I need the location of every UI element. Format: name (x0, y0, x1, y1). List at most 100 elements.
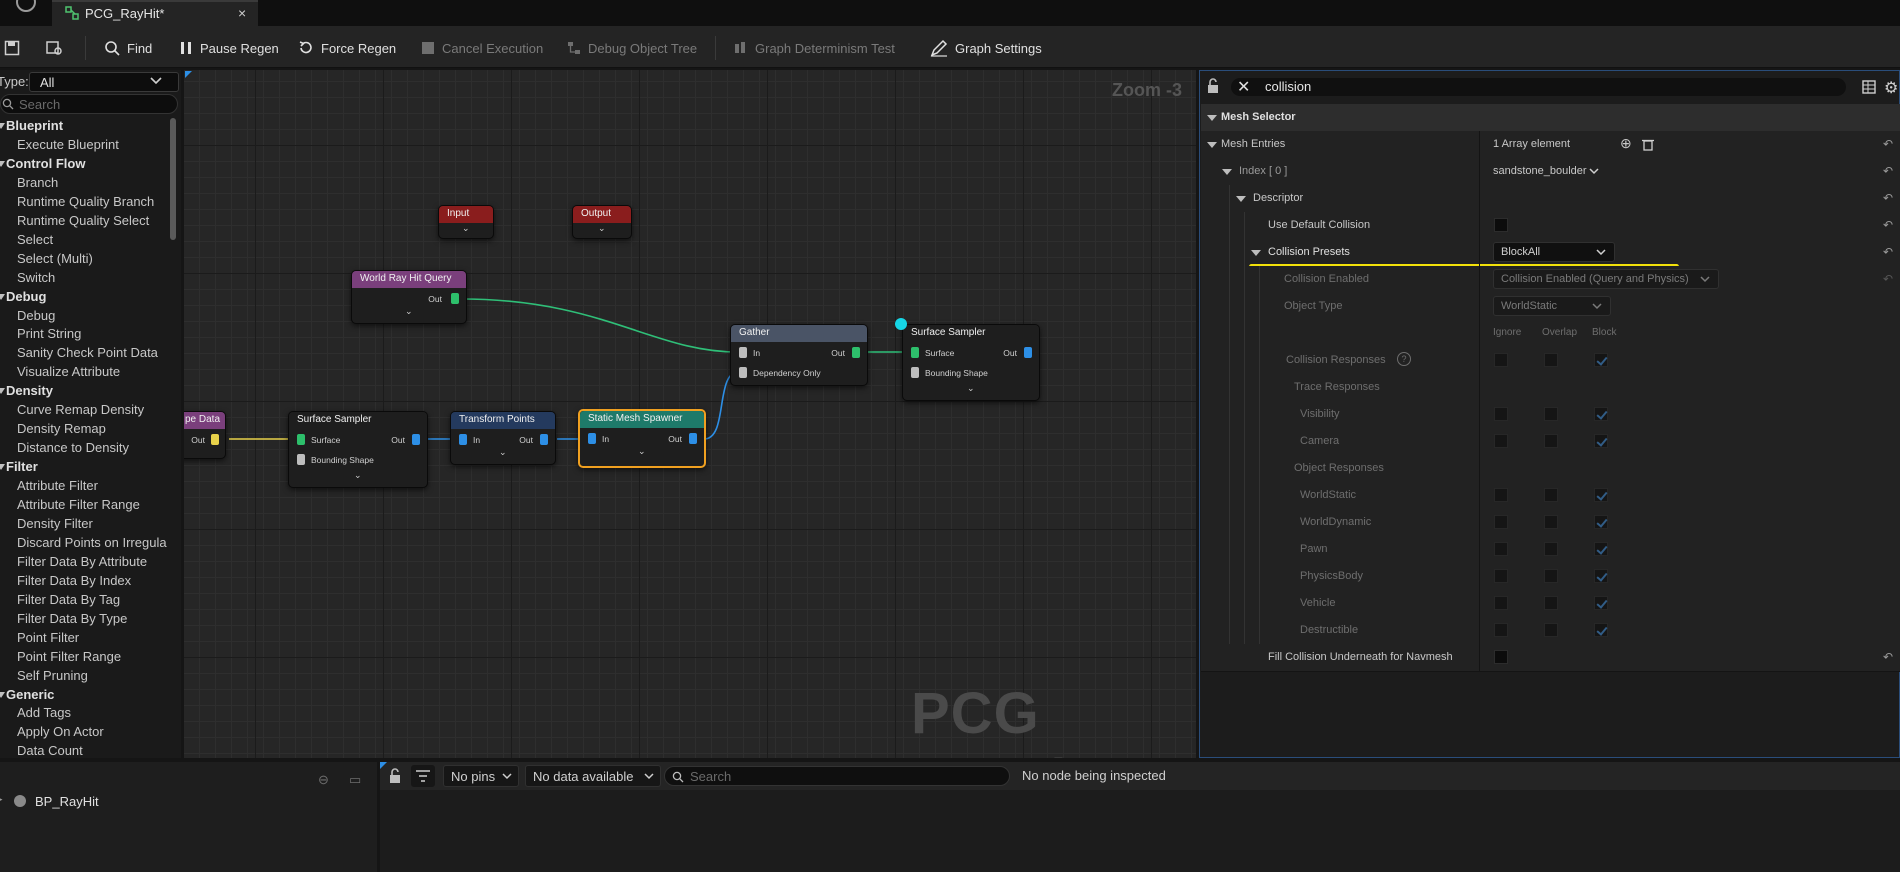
palette-item[interactable]: Density Remap (17, 421, 106, 440)
reset-icon[interactable]: ↶ (1883, 218, 1893, 232)
palette-item[interactable]: Curve Remap Density (17, 402, 144, 421)
palette-category[interactable]: Density (0, 383, 53, 402)
palette-category[interactable]: Blueprint (0, 118, 63, 137)
palette-item[interactable]: Select (17, 232, 53, 251)
data-filter-dropdown[interactable]: No data available (525, 765, 661, 787)
all-overlap-checkbox[interactable] (1544, 353, 1558, 367)
surface-sampler-node-2[interactable]: Surface Sampler Surface Out Bounding Sha… (902, 324, 1040, 401)
reset-icon[interactable]: ↶ (1883, 191, 1893, 205)
bounding-pin[interactable] (911, 367, 919, 378)
all-ignore-checkbox[interactable] (1494, 353, 1508, 367)
response-ignore-checkbox[interactable] (1494, 434, 1508, 448)
output-pin[interactable] (1024, 347, 1032, 358)
reset-icon[interactable]: ↶ (1883, 650, 1893, 664)
palette-item[interactable]: Branch (17, 175, 58, 194)
palette-category[interactable]: Filter (0, 459, 38, 478)
inspector-search-input[interactable]: Search (664, 766, 1010, 786)
palette-item[interactable]: Attribute Filter (17, 478, 98, 497)
expand-icon[interactable] (1251, 250, 1261, 256)
palette-item[interactable]: Runtime Quality Select (17, 213, 149, 232)
pause-regen-button[interactable]: Pause Regen (179, 38, 279, 58)
type-dropdown[interactable]: All (29, 72, 179, 92)
save-button[interactable] (4, 38, 20, 58)
response-overlap-checkbox[interactable] (1544, 542, 1558, 556)
output-node[interactable]: Output ⌄ (572, 205, 632, 239)
palette-item[interactable]: Visualize Attribute (17, 364, 120, 383)
palette-item[interactable]: Filter Data By Tag (17, 592, 120, 611)
response-ignore-checkbox[interactable] (1494, 569, 1508, 583)
response-block-checkbox[interactable] (1594, 623, 1608, 637)
expand-icon[interactable] (1207, 142, 1217, 148)
palette-category[interactable]: Control Flow (0, 156, 85, 175)
input-pin[interactable] (739, 347, 747, 358)
cancel-execution-button[interactable]: Cancel Execution (421, 38, 543, 58)
expand-icon[interactable]: ▸ (0, 794, 3, 805)
palette-category[interactable]: Generic (0, 687, 54, 706)
actor-item[interactable]: ▸ BP_RayHit (0, 792, 377, 812)
static-mesh-spawner-node[interactable]: Static Mesh Spawner In Out ⌄ (578, 409, 706, 468)
shape-data-node[interactable]: pe Data Out (184, 411, 226, 459)
response-block-checkbox[interactable] (1594, 515, 1608, 529)
response-block-checkbox[interactable] (1594, 434, 1608, 448)
gear-icon[interactable]: ⚙ (1884, 78, 1898, 98)
close-icon[interactable]: × (238, 5, 246, 21)
palette-item[interactable]: Filter Data By Attribute (17, 554, 147, 573)
force-regen-button[interactable]: Force Regen (298, 38, 396, 58)
palette-item[interactable]: Attribute Filter Range (17, 497, 140, 516)
all-block-checkbox[interactable] (1594, 353, 1608, 367)
trash-icon[interactable] (1642, 138, 1654, 151)
output-pin[interactable] (451, 293, 459, 304)
response-overlap-checkbox[interactable] (1544, 488, 1558, 502)
chevron-down-icon[interactable]: ⌄ (638, 446, 646, 457)
collision-enabled-dropdown[interactable]: Collision Enabled (Query and Physics) (1493, 269, 1719, 289)
folder-icon[interactable]: ▭ (349, 772, 361, 788)
engine-logo[interactable] (16, 0, 36, 12)
input-pin[interactable] (588, 433, 596, 444)
clear-search-icon[interactable]: ✕ (1237, 77, 1250, 97)
response-ignore-checkbox[interactable] (1494, 623, 1508, 637)
palette-search-input[interactable]: Search (0, 94, 178, 114)
response-block-checkbox[interactable] (1594, 488, 1608, 502)
add-element-icon[interactable]: ⊕ (1620, 135, 1632, 152)
section-mesh-selector[interactable]: Mesh Selector (1201, 104, 1900, 132)
chevron-down-icon[interactable]: ⌄ (462, 223, 470, 234)
lock-icon[interactable] (388, 768, 402, 784)
palette-item[interactable]: Density Filter (17, 516, 93, 535)
input-pin[interactable] (459, 434, 467, 445)
collision-presets-dropdown[interactable]: BlockAll (1493, 242, 1615, 262)
lock-icon[interactable] (1206, 78, 1220, 97)
chevron-down-icon[interactable]: ⌄ (967, 383, 975, 394)
reset-icon[interactable]: ↶ (1883, 245, 1893, 259)
palette-item[interactable]: Runtime Quality Branch (17, 194, 154, 213)
gather-node[interactable]: Gather In Out Dependency Only (730, 324, 868, 386)
reset-icon[interactable]: ↶ (1883, 137, 1893, 151)
palette-item[interactable]: Select (Multi) (17, 251, 93, 270)
transform-points-node[interactable]: Transform Points In Out ⌄ (450, 411, 556, 465)
response-block-checkbox[interactable] (1594, 407, 1608, 421)
palette-item[interactable]: Sanity Check Point Data (17, 345, 158, 364)
response-overlap-checkbox[interactable] (1544, 515, 1558, 529)
details-search-input[interactable]: ✕ collision (1231, 78, 1846, 96)
bounding-pin[interactable] (297, 454, 305, 465)
palette-item[interactable]: Point Filter Range (17, 649, 121, 668)
output-pin[interactable] (852, 347, 860, 358)
input-pin[interactable] (297, 434, 305, 445)
chevron-down-icon[interactable] (1589, 168, 1599, 176)
palette-item[interactable]: Print String (17, 326, 81, 345)
output-pin[interactable] (689, 433, 697, 444)
output-pin[interactable] (540, 434, 548, 445)
tab-pcg-rayhit[interactable]: PCG_RayHit* × (52, 0, 258, 26)
input-node[interactable]: Input ⌄ (438, 205, 494, 239)
output-pin[interactable] (412, 434, 420, 445)
chevron-down-icon[interactable]: ⌄ (405, 306, 413, 317)
surface-sampler-node-1[interactable]: Surface Sampler Surface Out Bounding Sha… (288, 411, 428, 488)
response-overlap-checkbox[interactable] (1544, 596, 1558, 610)
response-ignore-checkbox[interactable] (1494, 407, 1508, 421)
dependency-pin[interactable] (739, 367, 747, 378)
fill-collision-checkbox[interactable] (1494, 650, 1508, 664)
graph-settings-button[interactable]: Graph Settings (930, 38, 1042, 58)
object-type-dropdown[interactable]: WorldStatic (1493, 296, 1611, 316)
response-block-checkbox[interactable] (1594, 569, 1608, 583)
palette-item[interactable]: Execute Blueprint (17, 137, 119, 156)
response-overlap-checkbox[interactable] (1544, 434, 1558, 448)
